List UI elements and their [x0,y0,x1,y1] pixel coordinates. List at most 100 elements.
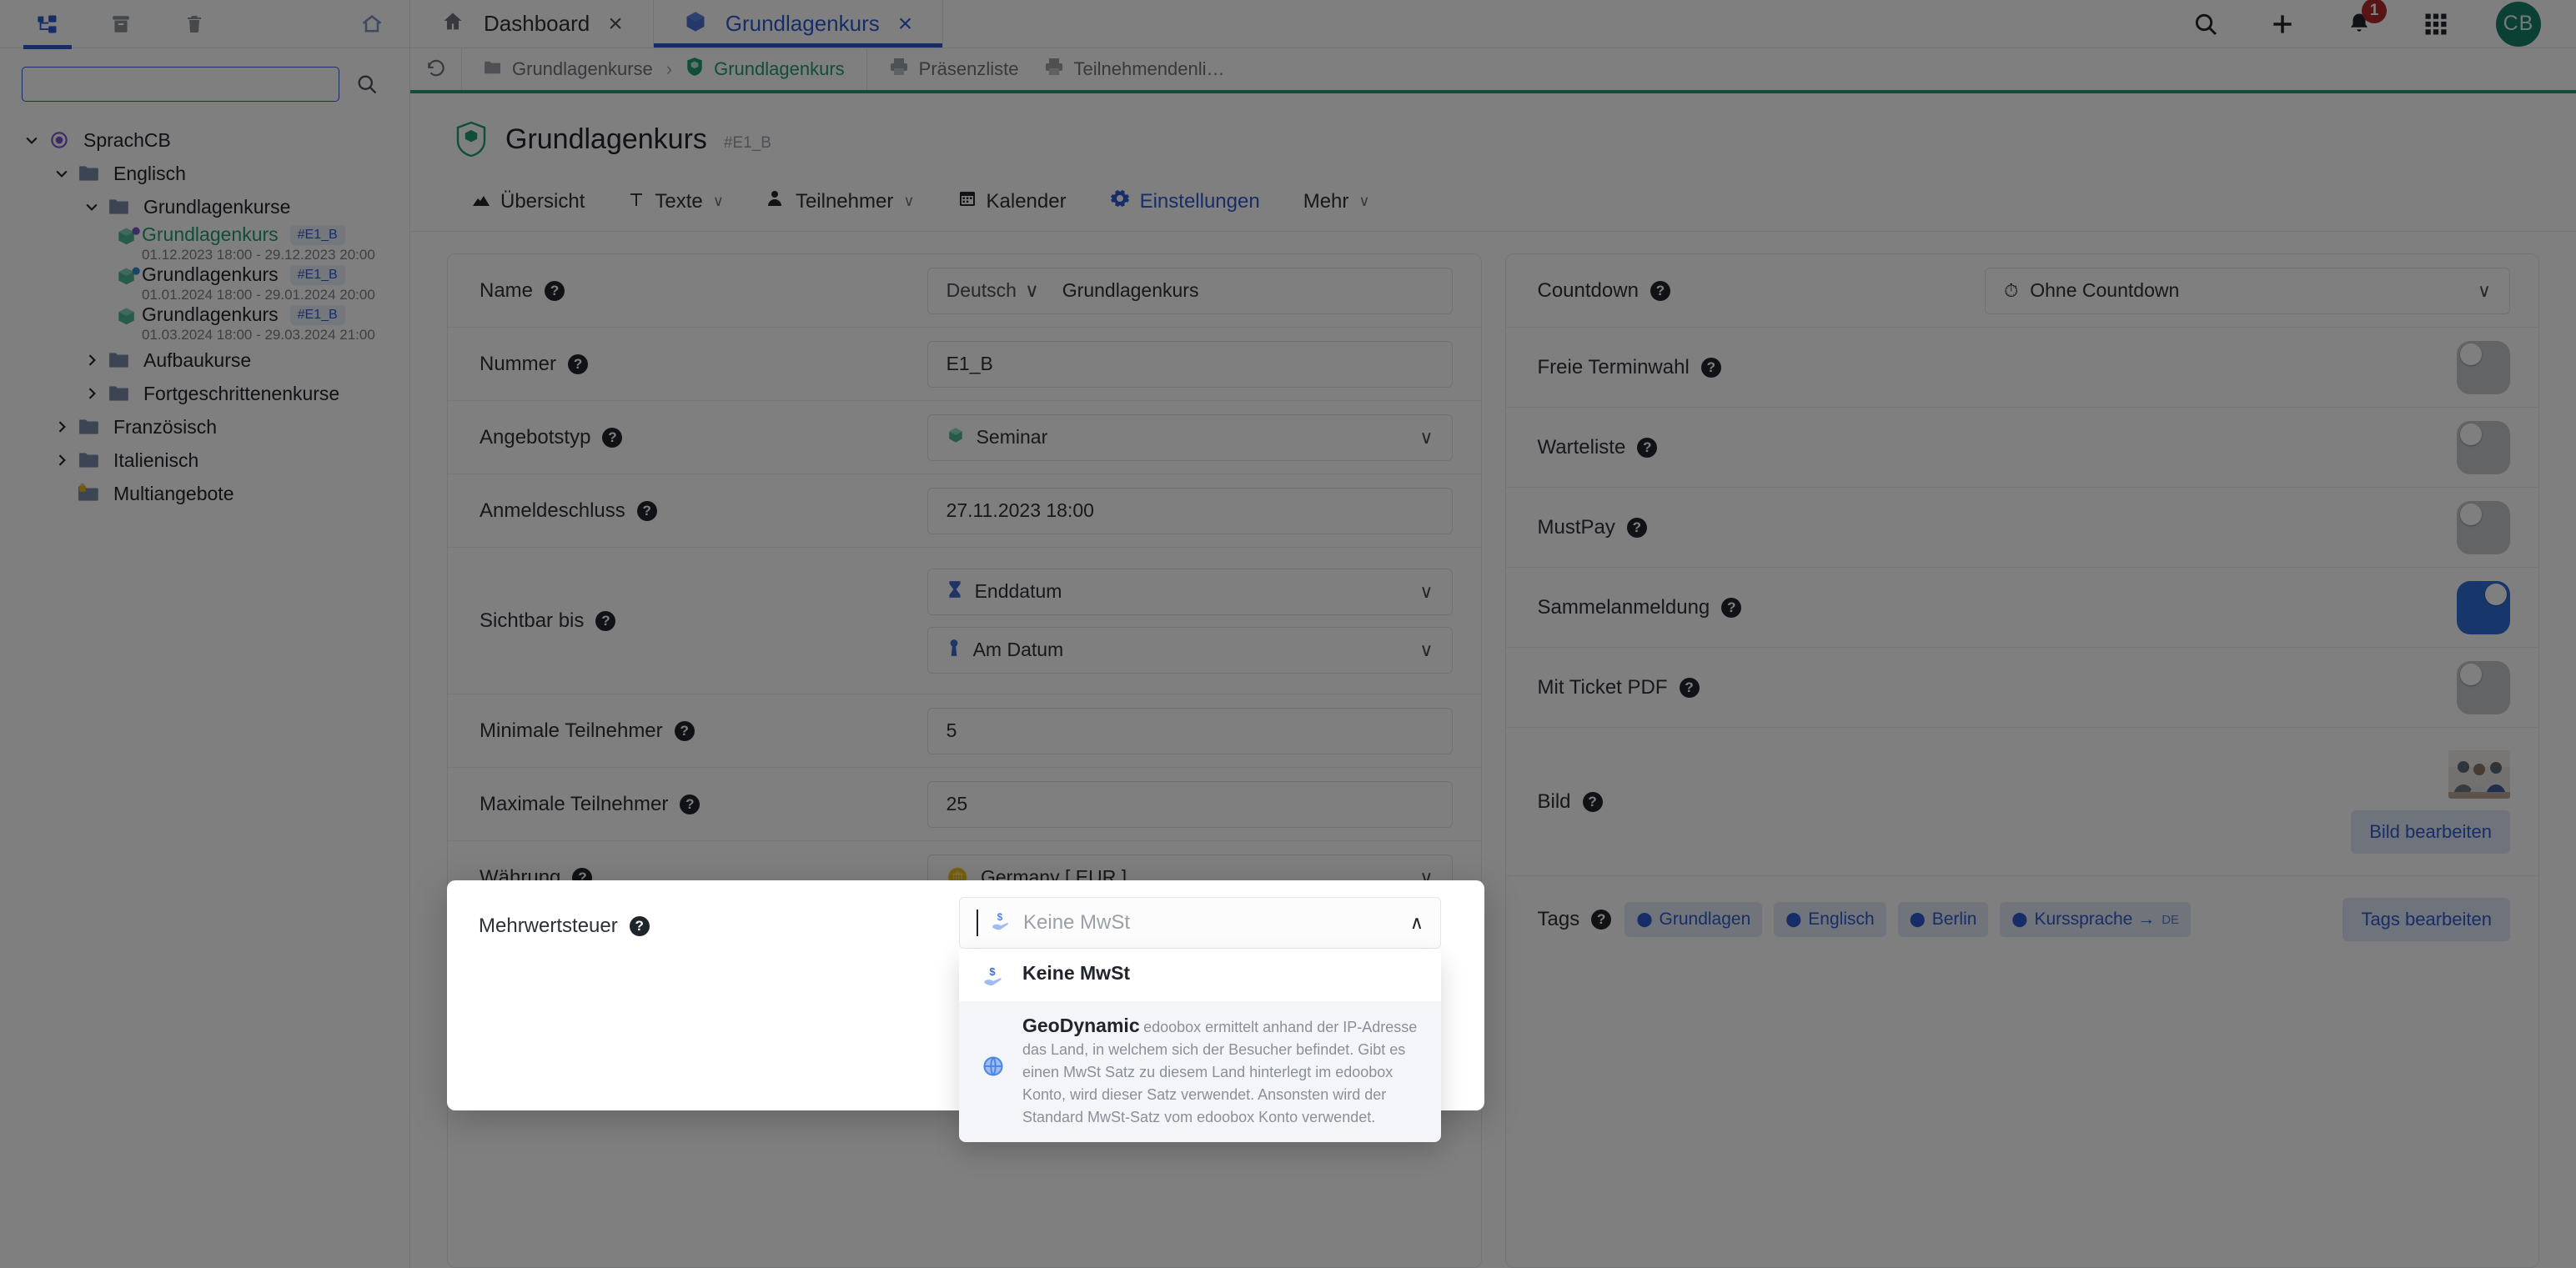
maximale-teilnehmer-input[interactable]: 25 [927,781,1453,828]
help-icon[interactable]: ? [637,501,657,521]
doc-praesenzliste[interactable]: Präsenzliste [889,58,1019,81]
tags-bearbeiten-button[interactable]: Tags bearbeiten [2343,898,2510,941]
chevron-down-icon[interactable]: ∨ [1419,639,1433,661]
chevron-down-icon[interactable]: ∨ [1419,427,1433,449]
help-icon[interactable]: ? [1591,910,1611,930]
chevron-right-icon[interactable] [78,380,105,407]
history-back-icon[interactable] [410,48,462,90]
sichtbar-bis-select-2[interactable]: Am Datum ∨ [927,627,1453,674]
archive-icon[interactable] [107,10,135,38]
name-input[interactable]: Deutsch ∨ Grundlagenkurs [927,268,1453,314]
trash-icon[interactable] [180,10,208,38]
countdown-select[interactable]: ⏱ Ohne Countdown ∨ [1985,268,2510,314]
tree-node-englisch[interactable]: Englisch [18,157,409,190]
chevron-down-icon[interactable]: ∨ [903,193,914,210]
nummer-input[interactable]: E1_B [927,341,1453,388]
breadcrumb-item-grundlagenkurs[interactable]: Grundlagenkurs [685,57,845,82]
search-input[interactable] [22,67,339,102]
angebotstyp-select[interactable]: Seminar ∨ [927,414,1453,461]
close-icon[interactable]: × [898,12,913,37]
chevron-down-icon[interactable]: ∨ [2478,280,2491,302]
mustpay-toggle[interactable] [2457,501,2510,554]
help-icon[interactable]: ? [680,794,700,814]
home-icon[interactable] [358,10,386,38]
tree-leaf-date: 01.03.2024 18:00 - 29.03.2024 21:00 [142,327,375,343]
help-icon[interactable]: ? [1701,358,1721,378]
tab-label: Dashboard [484,11,590,37]
freie-terminwahl-toggle[interactable] [2457,341,2510,394]
tree-view-icon[interactable] [33,10,62,38]
chevron-up-icon[interactable]: ∧ [1410,912,1424,934]
tree-leaf-course-2[interactable]: Grundlagenkurs #E1_B 01.01.2024 18:00 - … [18,263,409,303]
apps-grid-icon[interactable] [2419,8,2453,41]
minimale-teilnehmer-input[interactable]: 5 [927,708,1453,754]
chevron-down-icon[interactable]: ∨ [1358,193,1369,210]
tab-texte[interactable]: Texte ∨ [606,178,746,230]
tree-node-grundlagenkurse[interactable]: Grundlagenkurse [18,190,409,223]
help-icon[interactable]: ? [1650,281,1670,301]
mehrwertsteuer-input[interactable]: $ Keine MwSt ∧ [959,897,1441,949]
sichtbar-bis-select-1[interactable]: Enddatum ∨ [927,569,1453,615]
tab-einstellungen[interactable]: Einstellungen [1088,177,1282,231]
help-icon[interactable]: ? [568,354,588,374]
tree-node-franzoesisch[interactable]: Französisch [18,410,409,444]
help-icon[interactable]: ? [595,611,615,631]
chevron-down-icon[interactable]: ∨ [713,193,724,210]
tree-node-fortgeschrittenenkurse[interactable]: Fortgeschrittenenkurse [18,377,409,410]
tree-node-aufbaukurse[interactable]: Aufbaukurse [18,343,409,377]
close-icon[interactable]: × [608,12,623,37]
chevron-down-icon[interactable]: ∨ [1419,581,1433,603]
chevron-right-icon[interactable] [48,413,75,440]
chevron-right-icon[interactable] [48,447,75,474]
help-icon[interactable]: ? [1637,438,1657,458]
tree-leaf-course-3[interactable]: Grundlagenkurs #E1_B 01.03.2024 18:00 - … [18,303,409,343]
tag-grundlagen[interactable]: ⬤Grundlagen [1624,902,1762,937]
tab-teilnehmer[interactable]: Teilnehmer ∨ [746,178,936,230]
tag-berlin[interactable]: ⬤Berlin [1898,902,1989,937]
plus-icon[interactable] [2266,8,2299,41]
chevron-down-icon[interactable] [18,127,45,153]
tree-leaf-label: Grundlagenkurs [142,303,279,326]
anmeldeschluss-input[interactable]: 27.11.2023 18:00 [927,488,1453,534]
tree-node-italienisch[interactable]: Italienisch [18,444,409,477]
tree-node-multiangebote[interactable]: Multiangebote [18,477,409,510]
home-icon [440,10,465,38]
help-icon[interactable]: ? [545,281,565,301]
avatar[interactable]: CB [2496,2,2541,47]
tab-mehr[interactable]: Mehr ∨ [1282,178,1392,230]
language-selector[interactable]: Deutsch ∨ [947,279,1039,302]
mit-ticket-pdf-toggle[interactable] [2457,661,2510,714]
sammelanmeldung-toggle[interactable] [2457,581,2510,634]
chevron-down-icon[interactable] [78,193,105,220]
option-keine-mwst[interactable]: $ Keine MwSt [959,949,1441,1001]
search-icon[interactable] [2189,8,2222,41]
field-label: Name [480,279,533,303]
tab-dashboard[interactable]: Dashboard × [410,0,654,48]
doc-teilnehmendenliste[interactable]: Teilnehmendenli… [1044,58,1225,81]
help-icon[interactable]: ? [630,916,650,936]
tag-englisch[interactable]: ⬤Englisch [1774,902,1886,937]
chevron-down-icon[interactable]: ∨ [1025,279,1039,302]
help-icon[interactable]: ? [1583,792,1603,812]
help-icon[interactable]: ? [1627,518,1647,538]
help-icon[interactable]: ? [675,721,695,741]
tree-node-label: Italienisch [113,449,198,472]
help-icon[interactable]: ? [602,428,622,448]
option-geodynamic[interactable]: GeoDynamic edoobox ermittelt anhand der … [959,1001,1441,1142]
help-icon[interactable]: ? [1721,598,1741,618]
tree-node-sprachcb[interactable]: SprachCB [18,123,409,157]
help-icon[interactable]: ? [1680,678,1700,698]
bell-icon[interactable]: 1 [2343,8,2376,41]
tab-kalender[interactable]: Kalender [936,178,1088,230]
warteliste-toggle[interactable] [2457,421,2510,474]
tree-leaf-course-1[interactable]: Grundlagenkurs #E1_B 01.12.2023 18:00 - … [18,223,409,263]
search-icon[interactable] [353,70,381,98]
chevron-right-icon[interactable] [78,347,105,373]
tab-grundlagenkurs[interactable]: Grundlagenkurs × [654,0,944,48]
chevron-down-icon[interactable] [48,160,75,187]
bild-bearbeiten-button[interactable]: Bild bearbeiten [2351,810,2510,854]
tag-kurssprache[interactable]: ⬤Kurssprache →DE [2000,902,2191,937]
tab-uebersicht[interactable]: Übersicht [450,178,606,230]
mehrwertsteuer-option-list[interactable]: $ Keine MwSt GeoDynamic edoobox ermittel… [959,949,1441,1142]
breadcrumb-item-grundlagenkurse[interactable]: Grundlagenkurse [484,58,653,80]
